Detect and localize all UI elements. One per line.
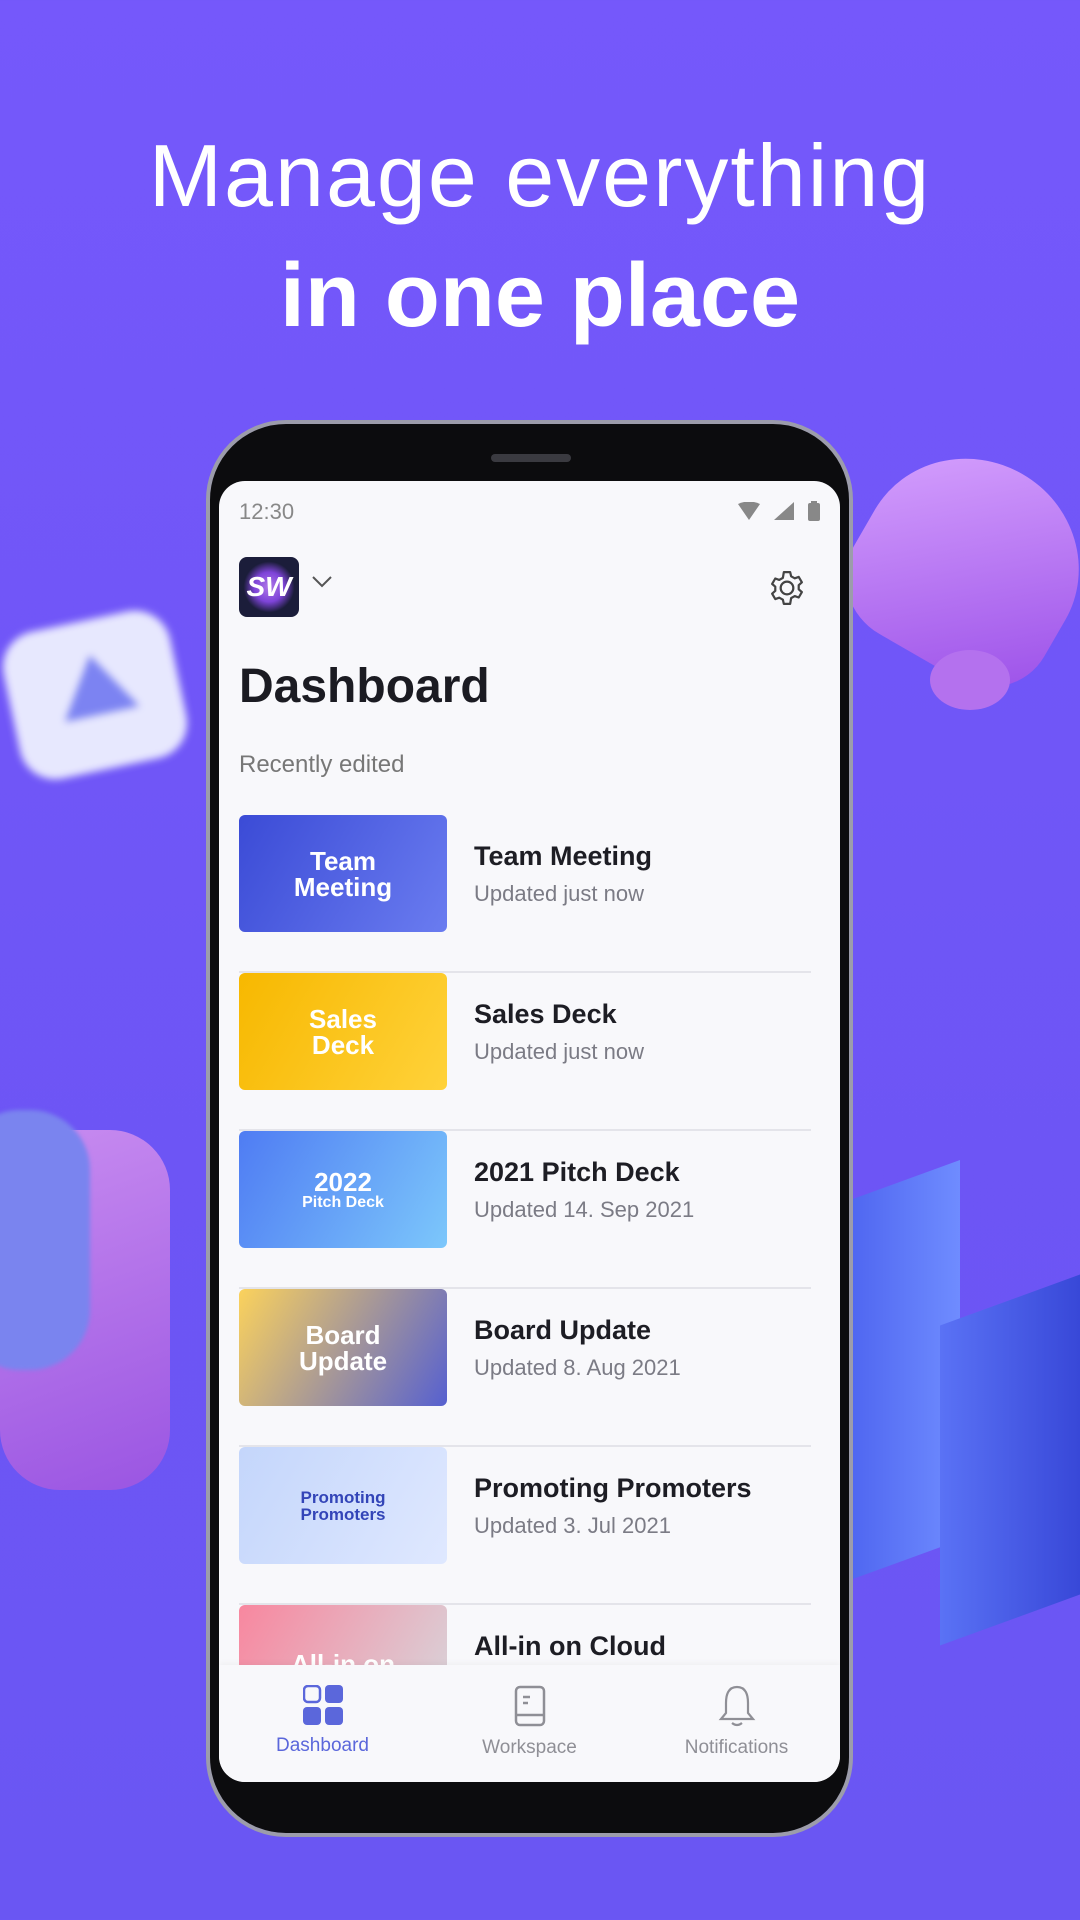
- item-thumbnail: Sales Deck: [239, 973, 447, 1090]
- item-thumbnail: Promoting Promoters: [239, 1447, 447, 1564]
- thumb-text: Update: [298, 1345, 388, 1376]
- thumb-text: Team: [310, 845, 376, 876]
- list-item[interactable]: Team Meeting Team Meeting Updated just n…: [239, 815, 811, 973]
- logo-text: SW: [246, 571, 292, 602]
- battery-icon: [808, 501, 820, 521]
- thumb-text: Promoting: [300, 1487, 386, 1507]
- speaker-grille: [491, 454, 571, 462]
- status-time: 12:30: [239, 499, 295, 524]
- tab-label: Dashboard: [276, 1735, 369, 1756]
- thumb-text: Deck: [311, 1029, 375, 1060]
- tab-notifications[interactable]: Notifications: [633, 1665, 840, 1782]
- workspace-logo[interactable]: SW: [239, 557, 299, 617]
- tab-label: Notifications: [684, 1737, 789, 1758]
- page-title: Dashboard: [239, 660, 490, 713]
- item-thumbnail: 2022 Pitch Deck: [239, 1131, 447, 1248]
- headline-line2: in one place: [279, 246, 801, 346]
- item-subtitle: Updated just now: [474, 1039, 644, 1064]
- wifi-icon: [738, 502, 760, 520]
- play-tile-decoration: [0, 603, 194, 787]
- item-thumbnail: Team Meeting: [239, 815, 447, 932]
- tab-workspace[interactable]: Workspace: [426, 1665, 633, 1782]
- item-thumbnail: Board Update: [239, 1289, 447, 1406]
- book-icon: [514, 1685, 545, 1727]
- item-title: Team Meeting: [474, 841, 653, 871]
- status-bar: 12:30: [239, 499, 820, 529]
- thumb-text: 2022: [314, 1166, 372, 1197]
- list-item[interactable]: 2022 Pitch Deck 2021 Pitch Deck Updated …: [239, 1131, 811, 1289]
- item-subtitle: Updated just now: [474, 881, 644, 906]
- thumb-text: Meeting: [293, 871, 393, 902]
- headline-line1: Manage everything: [148, 126, 932, 225]
- thumb-text: Pitch Deck: [302, 1193, 384, 1211]
- item-subtitle: Updated 14. Sep 2021: [474, 1197, 695, 1222]
- list-item[interactable]: Promoting Promoters Promoting Promoters …: [239, 1447, 811, 1605]
- app-screen: 12:30 SW Dashboard Recently edited Team …: [219, 481, 840, 1782]
- grid-icon: [302, 1685, 343, 1725]
- item-subtitle: Updated 8. Aug 2021: [474, 1355, 681, 1380]
- item-subtitle: Updated 3. Jul 2021: [474, 1513, 671, 1538]
- blocks-decoration: [850, 1159, 1080, 1646]
- signal-icon: [774, 502, 794, 520]
- thumb-text: Board: [305, 1319, 381, 1350]
- bottom-nav: Dashboard Workspace Notifications: [219, 1665, 840, 1782]
- item-title: Board Update: [474, 1315, 652, 1345]
- section-label: Recently edited: [239, 751, 405, 778]
- list-item[interactable]: Board Update Board Update Updated 8. Aug…: [239, 1289, 811, 1447]
- thumb-text: Promoters: [300, 1504, 386, 1524]
- item-title: Sales Deck: [474, 999, 617, 1029]
- tab-label: Workspace: [482, 1737, 577, 1758]
- bell-icon: [718, 1685, 755, 1727]
- gear-icon[interactable]: [768, 569, 806, 607]
- bubble-decoration: [0, 1110, 210, 1490]
- list-item[interactable]: Sales Deck Sales Deck Updated just now: [239, 973, 811, 1131]
- tab-dashboard[interactable]: Dashboard: [219, 1665, 426, 1782]
- chevron-down-icon[interactable]: [311, 575, 333, 589]
- item-title: 2021 Pitch Deck: [474, 1157, 680, 1187]
- thumb-text: Sales: [309, 1003, 377, 1034]
- item-title: All-in on Cloud: [474, 1631, 666, 1661]
- item-title: Promoting Promoters: [474, 1473, 752, 1503]
